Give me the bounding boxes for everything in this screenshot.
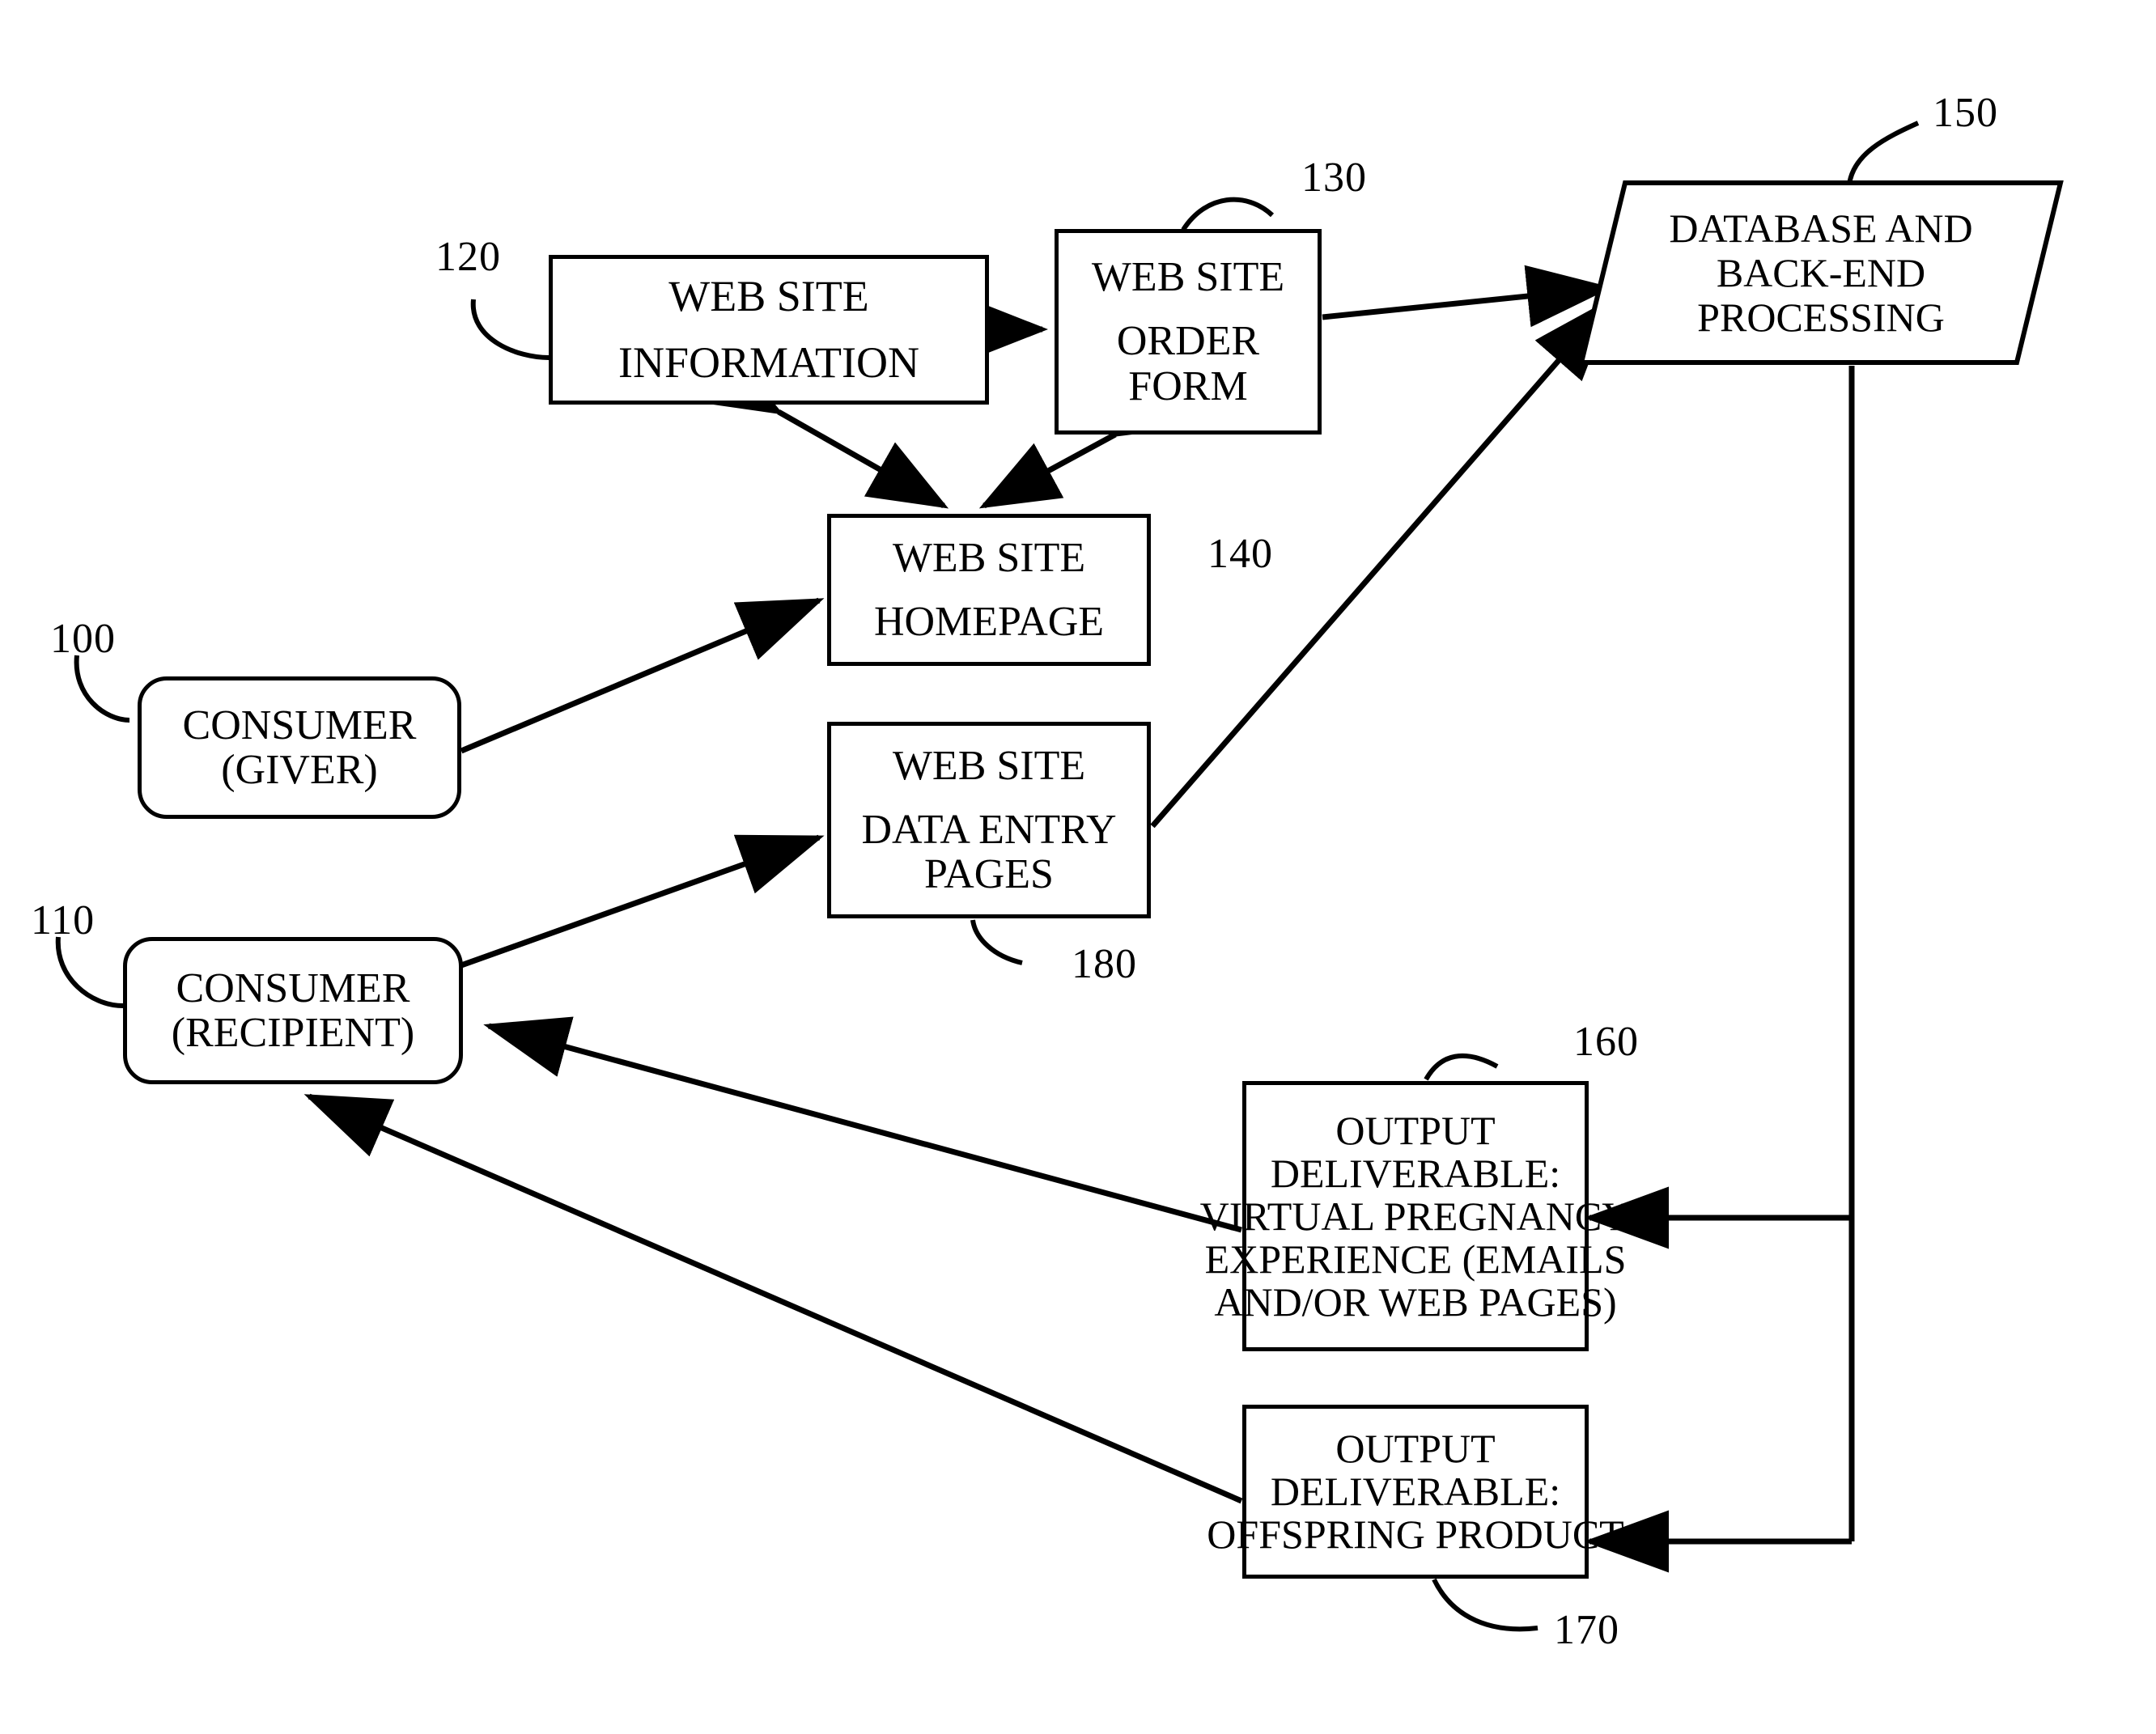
node-label-line: HOMEPAGE bbox=[873, 599, 1105, 645]
reference-numeral-110: 110 bbox=[31, 897, 95, 943]
node-label-line: BACK-END bbox=[1716, 249, 1926, 295]
node-label-line: (GIVER) bbox=[221, 747, 378, 793]
node-label-line: OFFSPRING PRODUCT bbox=[1207, 1511, 1624, 1557]
node-web-site-data-entry-pages[interactable]: WEB SITE DATA ENTRY PAGES bbox=[827, 722, 1151, 918]
connector-recipient-dataentry bbox=[403, 834, 825, 989]
node-output-offspring-product[interactable]: OUTPUT DELIVERABLE: OFFSPRING PRODUCT bbox=[1207, 1405, 1624, 1579]
node-label-line: ORDER bbox=[1116, 318, 1260, 365]
node-label-line: PROCESSING bbox=[1697, 294, 1945, 340]
node-label-line: INFORMATION bbox=[618, 337, 919, 387]
connector-orderform-database bbox=[1322, 265, 1612, 328]
node-web-site-order-form[interactable]: WEB SITE ORDER FORM bbox=[1055, 229, 1322, 435]
node-label-line: WEB SITE bbox=[892, 534, 1086, 581]
node-label-line: OUTPUT bbox=[1335, 1426, 1496, 1471]
node-label-line: CONSUMER bbox=[182, 702, 417, 748]
node-label-line: CONSUMER bbox=[176, 965, 410, 1011]
node-web-site-homepage[interactable]: WEB SITE HOMEPAGE bbox=[827, 514, 1151, 666]
node-output-virtual-pregnancy[interactable]: OUTPUT DELIVERABLE: VIRTUAL PREGNANCY EX… bbox=[1200, 1081, 1631, 1351]
node-consumer-giver[interactable]: CONSUMER (GIVER) bbox=[138, 676, 461, 819]
connector-virtualpregnancy-recipient bbox=[483, 1016, 1242, 1233]
node-database-backend[interactable]: DATABASE AND BACK-END PROCESSING bbox=[1586, 180, 2056, 366]
node-label-line: DELIVERABLE: bbox=[1270, 1150, 1561, 1196]
node-label-line: WEB SITE bbox=[668, 272, 869, 321]
node-label-line: DATABASE AND bbox=[1669, 205, 1973, 251]
connector-database-outputs bbox=[1584, 366, 1855, 1573]
reference-numeral-160: 160 bbox=[1573, 1019, 1639, 1065]
node-label-line: PAGES bbox=[924, 851, 1054, 898]
reference-numeral-150: 150 bbox=[1933, 90, 1998, 136]
node-label-line: WEB SITE bbox=[892, 742, 1086, 789]
connector-offspring-recipient bbox=[303, 1093, 1243, 1504]
connector-orderform-homepage bbox=[978, 371, 1195, 509]
node-label-line: EXPERIENCE (EMAILS bbox=[1204, 1236, 1627, 1282]
connector-information-homepage bbox=[698, 348, 949, 509]
reference-numeral-100: 100 bbox=[50, 616, 116, 662]
node-label-line: DELIVERABLE: bbox=[1270, 1469, 1561, 1514]
connector-giver-homepage bbox=[460, 597, 825, 754]
reference-numeral-130: 130 bbox=[1301, 155, 1367, 201]
node-label-line: WEB SITE bbox=[1091, 254, 1285, 301]
reference-numeral-140: 140 bbox=[1207, 531, 1273, 577]
patent-figure: WEB SITE INFORMATION 120 WEB SITE ORDER … bbox=[0, 0, 2156, 1734]
node-label-line: VIRTUAL PREGNANCY bbox=[1199, 1193, 1632, 1239]
reference-numeral-180: 180 bbox=[1072, 941, 1137, 987]
node-label-line: AND/OR WEB PAGES) bbox=[1214, 1278, 1617, 1325]
node-consumer-recipient[interactable]: CONSUMER (RECIPIENT) bbox=[123, 937, 463, 1084]
node-label-line: DATA ENTRY bbox=[861, 806, 1117, 853]
reference-numeral-170: 170 bbox=[1554, 1607, 1619, 1653]
node-label-line: OUTPUT bbox=[1335, 1107, 1496, 1153]
node-label-line: FORM bbox=[1128, 362, 1248, 409]
reference-numeral-120: 120 bbox=[435, 234, 501, 280]
node-label-line: (RECIPIENT) bbox=[171, 1010, 415, 1056]
node-web-site-information[interactable]: WEB SITE INFORMATION bbox=[549, 255, 989, 405]
